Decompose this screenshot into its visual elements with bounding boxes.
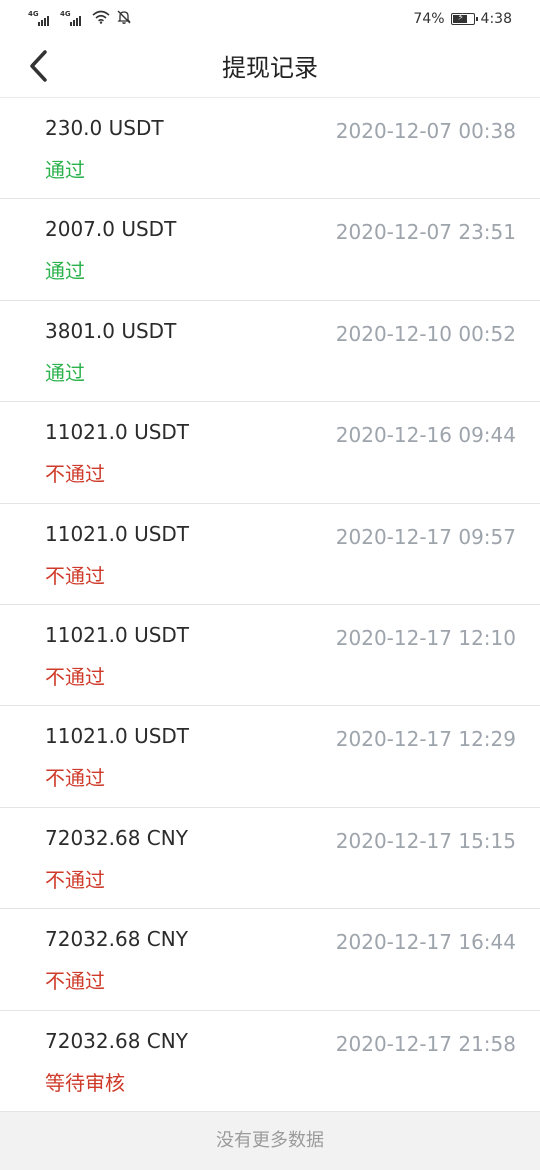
status-bar-right: 74% ⚡ 4:38: [413, 11, 512, 27]
record-status: 通过: [45, 360, 85, 385]
back-button[interactable]: [18, 46, 58, 90]
record-date: 2020-12-16 09:44: [335, 423, 516, 448]
record-date: 2020-12-17 12:29: [335, 727, 516, 752]
record-amount: 11021.0 USDT: [45, 724, 190, 749]
record-row[interactable]: 11021.0 USDT 2020-12-16 09:44 不通过: [0, 402, 540, 504]
mute-bell-icon: [116, 9, 132, 29]
record-row[interactable]: 11021.0 USDT 2020-12-17 12:10 不通过: [0, 605, 540, 707]
page-title: 提现记录: [222, 54, 318, 82]
record-date: 2020-12-17 12:10: [335, 625, 516, 650]
record-amount: 72032.68 CNY: [45, 927, 188, 952]
record-date: 2020-12-17 15:15: [335, 828, 516, 853]
clock: 4:38: [480, 11, 512, 27]
record-row[interactable]: 3801.0 USDT 2020-12-10 00:52 通过: [0, 301, 540, 403]
record-row[interactable]: 72032.68 CNY 2020-12-17 16:44 不通过: [0, 909, 540, 1011]
status-bar: 4G 4G 74% ⚡ 4:38: [0, 0, 540, 38]
header: 提现记录: [0, 38, 540, 98]
record-date: 2020-12-17 16:44: [335, 930, 516, 955]
record-amount: 72032.68 CNY: [45, 1028, 188, 1053]
record-status: 不通过: [45, 664, 105, 689]
no-more-data-footer: 没有更多数据: [0, 1112, 540, 1170]
battery-icon: ⚡: [450, 13, 478, 25]
record-status: 不通过: [45, 766, 105, 791]
record-date: 2020-12-07 00:38: [335, 119, 516, 143]
record-amount: 3801.0 USDT: [45, 318, 177, 343]
signal-icon: 4G: [60, 10, 86, 28]
record-amount: 11021.0 USDT: [45, 420, 190, 445]
signal-icon: 4G: [28, 10, 54, 28]
record-row[interactable]: 72032.68 CNY 2020-12-17 21:58 等待审核: [0, 1011, 540, 1112]
record-row[interactable]: 230.0 USDT 2020-12-07 00:38 通过: [0, 98, 540, 200]
record-amount: 2007.0 USDT: [45, 217, 177, 242]
record-amount: 72032.68 CNY: [45, 825, 188, 850]
record-amount: 230.0 USDT: [45, 116, 164, 140]
record-date: 2020-12-17 09:57: [335, 524, 516, 549]
record-status: 不通过: [45, 462, 105, 487]
record-row[interactable]: 11021.0 USDT 2020-12-17 12:29 不通过: [0, 706, 540, 808]
record-amount: 11021.0 USDT: [45, 521, 190, 546]
record-status: 通过: [45, 158, 85, 182]
record-row[interactable]: 2007.0 USDT 2020-12-07 23:51 通过: [0, 199, 540, 301]
wifi-icon: [92, 10, 110, 28]
record-row[interactable]: 11021.0 USDT 2020-12-17 09:57 不通过: [0, 504, 540, 605]
record-row[interactable]: 72032.68 CNY 2020-12-17 15:15 不通过: [0, 808, 540, 910]
record-date: 2020-12-10 00:52: [335, 321, 516, 346]
record-date: 2020-12-17 21:58: [335, 1031, 516, 1056]
record-status: 不通过: [45, 867, 105, 892]
battery-percent: 74%: [413, 11, 445, 27]
record-date: 2020-12-07 23:51: [335, 220, 516, 245]
record-status: 通过: [45, 259, 85, 284]
record-amount: 11021.0 USDT: [45, 622, 190, 647]
record-status: 不通过: [45, 563, 105, 588]
chevron-left-icon: [27, 49, 49, 87]
record-status: 等待审核: [45, 1070, 125, 1095]
record-status: 不通过: [45, 969, 105, 994]
status-bar-left: 4G 4G: [28, 9, 132, 29]
withdrawal-record-list: 230.0 USDT 2020-12-07 00:38 通过 2007.0 USDT 2…: [0, 98, 540, 1112]
